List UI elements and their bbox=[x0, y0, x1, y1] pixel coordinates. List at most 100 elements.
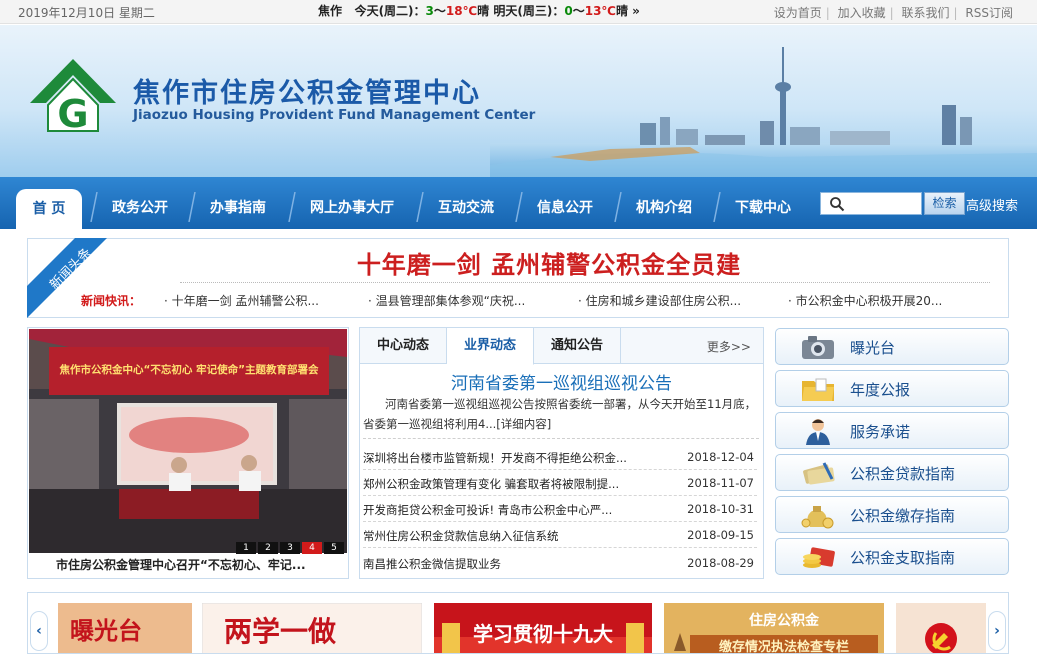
search-box bbox=[820, 192, 922, 215]
search-button[interactable]: 检索 bbox=[924, 192, 965, 215]
top-links: 设为首页 | 加入收藏 | 联系我们 | RSS订阅 bbox=[774, 4, 1013, 21]
news-row-title[interactable]: 常州住房公积金贷款信息纳入征信系统 bbox=[363, 528, 559, 544]
nav-divider bbox=[90, 192, 98, 222]
news-row[interactable]: 深圳将出台楼市监管新规！开发商不得拒绝公积金... 2018-12-04 bbox=[363, 444, 757, 470]
weather-tomorrow-low: 0 bbox=[564, 4, 573, 18]
money-bag-icon bbox=[801, 506, 834, 529]
side-button-label: 公积金贷款指南 bbox=[850, 465, 956, 483]
featured-news-detail-link[interactable]: [详细内容] bbox=[496, 417, 551, 431]
news-row[interactable]: 郑州公积金政策管理有变化 骗套取者将被限制提... 2018-11-07 bbox=[363, 470, 757, 496]
news-row-date: 2018-09-15 bbox=[687, 528, 754, 542]
news-row[interactable]: 开发商拒贷公积金可投诉! 青岛市公积金中心严... 2018-10-31 bbox=[363, 496, 757, 522]
link-separator: | bbox=[825, 6, 830, 20]
weather-today-label: 今天(周二)： bbox=[354, 4, 426, 18]
news-row-date: 2018-08-29 bbox=[687, 556, 754, 570]
tab-industry-news[interactable]: 业界动态 bbox=[447, 328, 534, 365]
featured-news-text: 河南省委第一巡视组巡视公告按照省委统一部署，从今天开始至11月底，省委第一巡视组… bbox=[363, 397, 757, 431]
meeting-photo[interactable]: 焦作市公积金中心“不忘初心 牢记使命”主题教育部署会 bbox=[29, 329, 347, 553]
nav-divider bbox=[188, 192, 196, 222]
weather-tomorrow-sep: ～ bbox=[572, 4, 585, 18]
folder-icon bbox=[802, 378, 834, 401]
tab-center-news[interactable]: 中心动态 bbox=[360, 328, 447, 364]
news-ticker-item[interactable]: · 温县管理部集体参观“庆祝... bbox=[368, 292, 525, 309]
news-row-title[interactable]: 深圳将出台楼市监管新规！开发商不得拒绝公积金... bbox=[363, 450, 627, 466]
side-button-service-pledge[interactable]: 服务承诺 bbox=[775, 412, 1009, 449]
nav-divider bbox=[713, 192, 721, 222]
nav-divider bbox=[515, 192, 523, 222]
weather-tomorrow-high: 13℃ bbox=[584, 4, 616, 18]
meeting-banner-text: 焦作市公积金中心“不忘初心 牢记使命”主题教育部署会 bbox=[59, 363, 319, 376]
slider-page-1[interactable]: 1 bbox=[236, 542, 256, 554]
weather-more-icon[interactable]: » bbox=[632, 4, 640, 18]
side-button-label: 公积金支取指南 bbox=[850, 549, 956, 567]
carousel-next-button[interactable]: › bbox=[988, 611, 1006, 651]
money-pen-icon bbox=[803, 462, 835, 485]
advanced-search-link[interactable]: 高级搜索 bbox=[966, 195, 1018, 214]
nav-home[interactable]: 首 页 bbox=[16, 189, 82, 229]
news-row-title[interactable]: 南昌推公积金微信提取业务 bbox=[363, 556, 501, 572]
carousel-prev-button[interactable]: ‹ bbox=[30, 611, 48, 651]
weather-forecast: 焦作 今天(周二)：3～18℃晴 明天(周三)：0～13℃晴 » bbox=[318, 2, 640, 19]
set-homepage-link[interactable]: 设为首页 bbox=[774, 6, 822, 20]
site-banner: G 焦作市住房公积金管理中心 Jiaozuo Housing Provident… bbox=[0, 25, 1037, 177]
carousel-card-inspection[interactable]: 住房公积金 缴存情况执法检查专栏 bbox=[664, 603, 884, 654]
news-row-title[interactable]: 郑州公积金政策管理有变化 骗套取者将被限制提... bbox=[363, 476, 619, 492]
weather-city: 焦作 bbox=[318, 4, 343, 18]
news-row-date: 2018-12-04 bbox=[687, 450, 754, 464]
side-button-annual-report[interactable]: 年度公报 bbox=[775, 370, 1009, 407]
search-icon bbox=[830, 197, 845, 212]
nav-info-disclosure[interactable]: 信息公开 bbox=[537, 197, 593, 217]
news-row[interactable]: 常州住房公积金贷款信息纳入征信系统 2018-09-15 bbox=[363, 522, 757, 548]
weather-tomorrow-cond: 晴 bbox=[615, 4, 628, 18]
search-input[interactable] bbox=[849, 193, 919, 214]
slider-page-3[interactable]: 3 bbox=[280, 542, 300, 554]
nav-service-guide[interactable]: 办事指南 bbox=[210, 197, 266, 217]
nav-online-hall[interactable]: 网上办事大厅 bbox=[310, 197, 394, 217]
side-button-exposure[interactable]: 曝光台 bbox=[775, 328, 1009, 365]
featured-news-summary: 河南省委第一巡视组巡视公告按照省委统一部署，从今天开始至11月底，省委第一巡视组… bbox=[363, 394, 759, 434]
nav-interaction[interactable]: 互动交流 bbox=[438, 197, 494, 217]
rss-link[interactable]: RSS订阅 bbox=[965, 6, 1013, 20]
link-separator: | bbox=[953, 6, 958, 20]
contact-us-link[interactable]: 联系我们 bbox=[902, 6, 950, 20]
nav-about[interactable]: 机构介绍 bbox=[636, 197, 692, 217]
headline-title[interactable]: 十年磨一剑 孟州辅警公积金全员建 bbox=[28, 245, 1010, 280]
news-ticker-item[interactable]: · 住房和城乡建设部住房公积... bbox=[578, 292, 741, 309]
add-favorite-link[interactable]: 加入收藏 bbox=[838, 6, 886, 20]
news-row-title[interactable]: 开发商拒贷公积金可投诉! 青岛市公积金中心严... bbox=[363, 502, 612, 518]
slider-page-4[interactable]: 4 bbox=[302, 542, 322, 554]
nav-government-affairs[interactable]: 政务公开 bbox=[112, 197, 168, 217]
site-title-english: Jiaozuo Housing Provident Fund Managemen… bbox=[133, 107, 536, 123]
news-ticker-label: 新闻快讯： bbox=[81, 294, 142, 308]
news-more-link[interactable]: 更多>> bbox=[707, 338, 751, 355]
slider-page-2[interactable]: 2 bbox=[258, 542, 278, 554]
nav-downloads[interactable]: 下载中心 bbox=[735, 197, 791, 217]
carousel-card-party-emblem[interactable] bbox=[896, 603, 986, 654]
news-ticker-item[interactable]: · 十年磨一剑 孟州辅警公积... bbox=[164, 292, 319, 309]
side-button-loan-guide[interactable]: 公积金贷款指南 bbox=[775, 454, 1009, 491]
news-row[interactable]: 南昌推公积金微信提取业务 2018-08-29 bbox=[363, 550, 757, 576]
news-panel: 中心动态 业界动态 通知公告 更多>> 河南省委第一巡视组巡视公告 河南省委第一… bbox=[359, 327, 764, 579]
featured-news-title[interactable]: 河南省委第一巡视组巡视公告 bbox=[360, 369, 763, 394]
side-button-label: 年度公报 bbox=[850, 381, 911, 399]
nav-divider bbox=[288, 192, 296, 222]
news-tabs: 中心动态 业界动态 通知公告 更多>> bbox=[360, 328, 763, 365]
news-ticker-item[interactable]: · 市公积金中心积极开展20... bbox=[788, 292, 942, 309]
main-nav: 首 页 政务公开 办事指南 网上办事大厅 互动交流 信息公开 机构介绍 下载中心… bbox=[0, 177, 1037, 229]
news-row-date: 2018-11-07 bbox=[687, 476, 754, 490]
side-button-withdraw-guide[interactable]: 公积金支取指南 bbox=[775, 538, 1009, 575]
site-logo-icon[interactable]: G bbox=[28, 57, 118, 137]
side-button-deposit-guide[interactable]: 公积金缴存指南 bbox=[775, 496, 1009, 533]
headline-panel: 新闻头条 十年磨一剑 孟州辅警公积金全员建 新闻快讯： · 十年磨一剑 孟州辅警… bbox=[27, 238, 1009, 318]
carousel-card-two-studies[interactable]: 两学一做 bbox=[202, 603, 422, 654]
service-person-icon bbox=[806, 419, 830, 445]
slider-caption[interactable]: 市住房公积金管理中心召开“不忘初心、牢记... bbox=[56, 556, 306, 573]
side-button-label: 公积金缴存指南 bbox=[850, 507, 956, 525]
coins-card-icon bbox=[803, 547, 835, 568]
carousel-card-nineteenth-congress[interactable]: 学习贯彻十九大 bbox=[434, 603, 652, 654]
slider-page-5[interactable]: 5 bbox=[324, 542, 344, 554]
tab-notices[interactable]: 通知公告 bbox=[534, 328, 621, 364]
slider-pager: 1 2 3 4 5 bbox=[234, 542, 344, 554]
weather-today-low: 3 bbox=[425, 4, 434, 18]
carousel-card-exposure[interactable]: 曝光台 bbox=[58, 603, 192, 654]
